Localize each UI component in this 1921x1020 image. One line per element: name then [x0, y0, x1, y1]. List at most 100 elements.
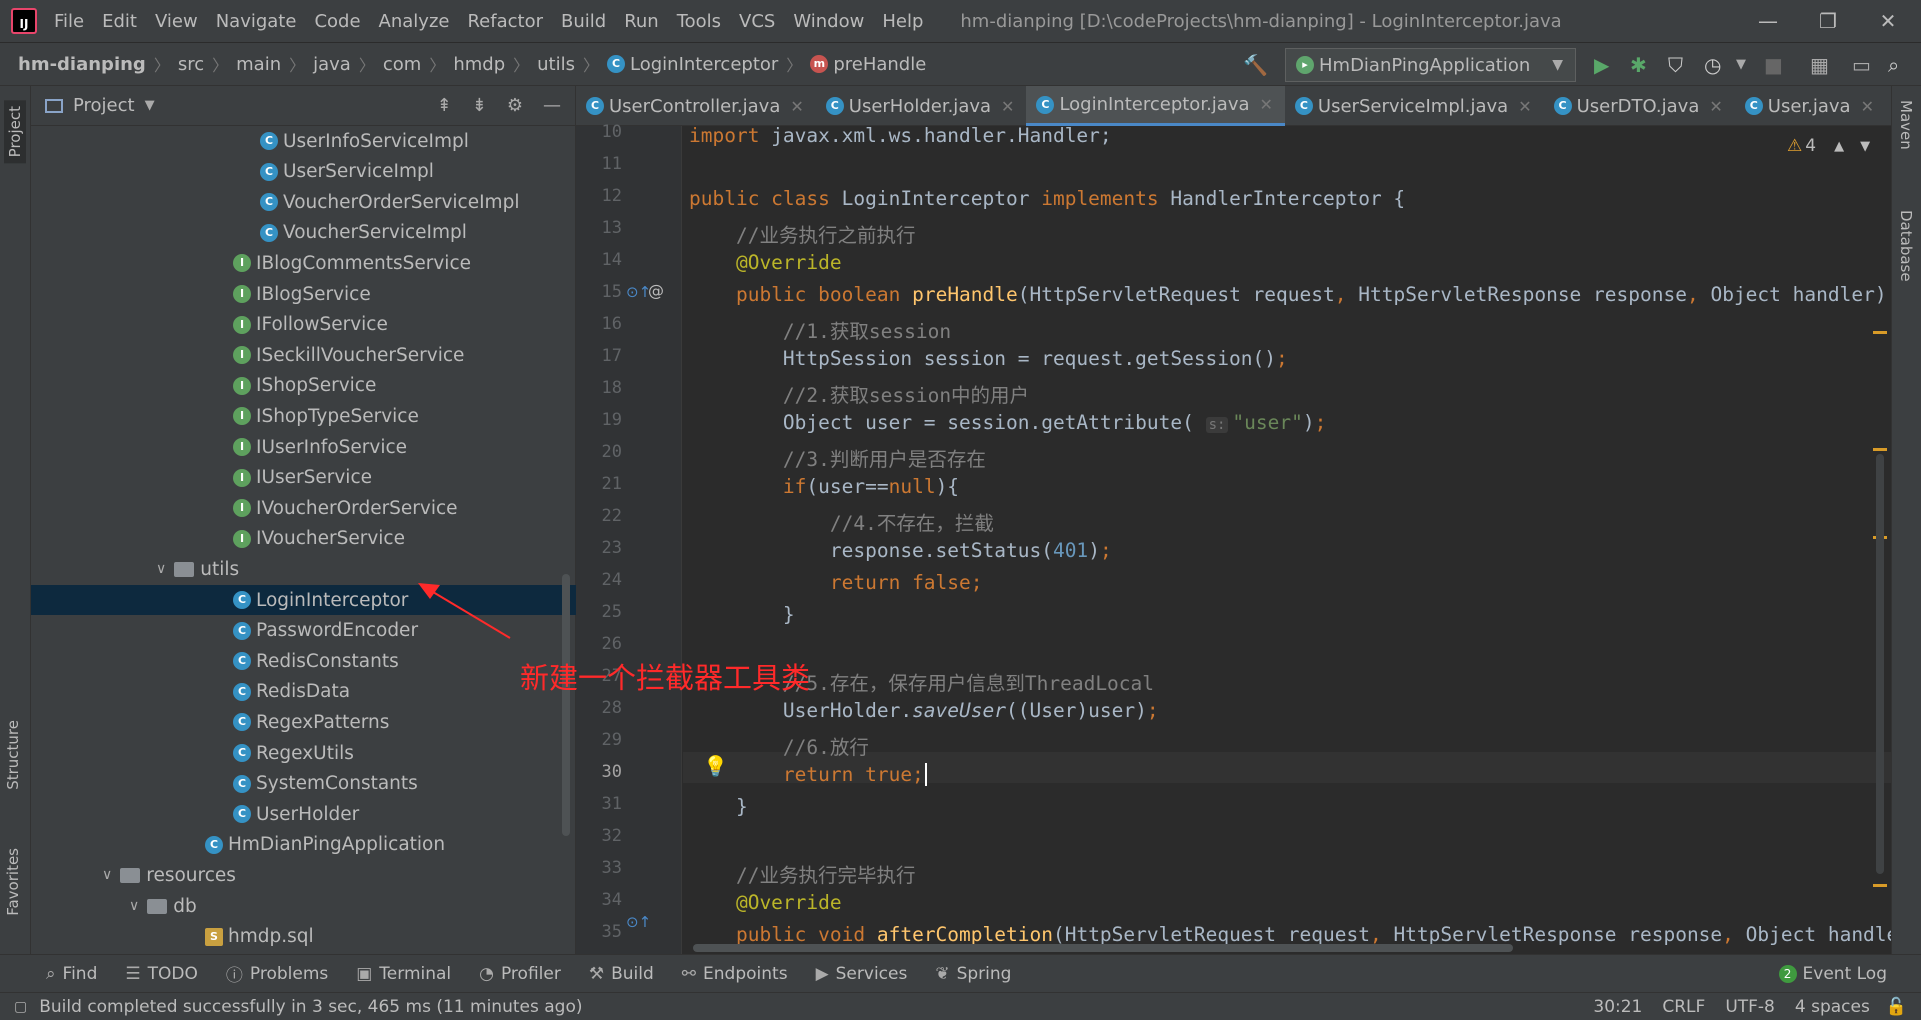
menu-tools[interactable]: Tools [668, 11, 730, 32]
tree-item[interactable]: I ISeckillVoucherService [31, 340, 576, 370]
close-tab-icon[interactable]: ✕ [1861, 97, 1874, 116]
chevron-down-icon[interactable]: ∨ [102, 867, 112, 883]
hide-panel-icon[interactable]: — [543, 95, 561, 116]
build-tool-tab[interactable]: ⚒ Build [589, 964, 654, 984]
spring-tool-tab[interactable]: ❦ Spring [935, 964, 1011, 984]
breadcrumb-project[interactable]: hm-dianping [18, 54, 146, 75]
indent-setting[interactable]: 4 spaces [1795, 997, 1870, 1017]
tree-item[interactable]: Shmdp.sql [31, 922, 576, 952]
breadcrumb-method[interactable]: preHandle [833, 54, 926, 75]
menu-code[interactable]: Code [305, 11, 369, 32]
maven-tool-tab[interactable]: Maven [1897, 100, 1915, 150]
menu-file[interactable]: File [45, 11, 93, 32]
editor-horizontal-scrollbar[interactable] [693, 944, 1513, 952]
run-icon[interactable]: ▶ [1594, 53, 1609, 77]
editor-tab[interactable]: C UserHolder.java ✕ [816, 86, 1027, 126]
services-tool-tab[interactable]: ▶ Services [816, 964, 908, 984]
tree-item[interactable]: C VoucherOrderServiceImpl [31, 187, 576, 217]
close-tab-icon[interactable]: ✕ [1260, 95, 1273, 114]
event-log-tool-tab[interactable]: 2 Event Log [1778, 964, 1887, 984]
menu-view[interactable]: View [146, 11, 207, 32]
caret-position[interactable]: 30:21 [1593, 997, 1642, 1017]
problems-tool-tab[interactable]: ⓘ Problems [226, 961, 328, 987]
todo-tool-tab[interactable]: ☰ TODO [125, 964, 198, 984]
menu-analyze[interactable]: Analyze [370, 11, 459, 32]
menu-refactor[interactable]: Refactor [458, 11, 552, 32]
breadcrumb-java[interactable]: java [313, 54, 351, 75]
tree-item[interactable]: C HmDianPingApplication [31, 830, 576, 860]
menu-vcs[interactable]: VCS [730, 11, 784, 32]
code-editor[interactable]: import javax.xml.ws.handler.Handler; pub… [683, 126, 1891, 954]
more-run-chevron-icon[interactable]: ▼ [1736, 57, 1746, 72]
previous-highlight-icon[interactable]: ▲ [1834, 139, 1844, 154]
run-configuration-dropdown[interactable]: ▸ HmDianPingApplication ▼ [1285, 48, 1576, 82]
menu-build[interactable]: Build [552, 11, 615, 32]
collapse-all-icon[interactable]: ⇟ [472, 95, 487, 116]
project-scrollbar[interactable] [562, 574, 570, 836]
breadcrumb-src[interactable]: src [178, 54, 204, 75]
inspection-widget[interactable]: ⚠ 4 ▲ ▼ [1787, 136, 1870, 156]
lightbulb-icon[interactable]: 💡 [703, 754, 728, 778]
tree-item[interactable]: I IUserService [31, 463, 576, 493]
editor-tab[interactable]: C UserDTO.java ✕ [1544, 86, 1735, 126]
tree-item[interactable]: C VoucherServiceImpl [31, 218, 576, 248]
close-tab-icon[interactable]: ✕ [1001, 97, 1014, 116]
coverage-icon[interactable]: ⛉ [1668, 53, 1683, 77]
breadcrumb-class[interactable]: LoginInterceptor [630, 54, 778, 75]
toggle-tool-windows-icon[interactable]: ▢ [14, 999, 27, 1015]
tree-item[interactable]: ∨ db [31, 891, 576, 921]
tree-item[interactable]: I IUserInfoService [31, 432, 576, 462]
close-tab-icon[interactable]: ✕ [790, 97, 803, 116]
tree-item[interactable]: I IVoucherService [31, 524, 576, 554]
breadcrumb-utils[interactable]: utils [537, 54, 575, 75]
tree-item[interactable]: C UserHolder [31, 799, 576, 829]
database-tool-tab[interactable]: Database [1897, 210, 1915, 282]
breadcrumb-hmdp[interactable]: hmdp [453, 54, 505, 75]
chevron-down-icon[interactable]: ∨ [156, 561, 166, 577]
menu-edit[interactable]: Edit [93, 11, 146, 32]
project-panel-title[interactable]: Project [73, 95, 135, 116]
tree-item[interactable]: I IFollowService [31, 310, 576, 340]
breadcrumb-com[interactable]: com [383, 54, 421, 75]
structure-tool-tab[interactable]: Structure [4, 720, 22, 790]
profile-icon[interactable]: ◷ [1704, 53, 1721, 77]
menu-help[interactable]: Help [873, 11, 932, 32]
project-tool-tab[interactable]: Project [4, 100, 26, 164]
search-icon[interactable]: ⌕ [1888, 53, 1899, 77]
chevron-down-icon[interactable]: ▼ [145, 98, 155, 113]
editor-tab[interactable]: C User.java ✕ [1735, 86, 1886, 126]
file-encoding[interactable]: UTF-8 [1725, 997, 1775, 1017]
find-tool-tab[interactable]: ⌕ Find [46, 964, 97, 984]
editor-vertical-scrollbar[interactable] [1876, 454, 1884, 874]
terminal-tool-tab[interactable]: ▣ Terminal [356, 964, 451, 984]
project-structure-icon[interactable]: ▦ [1810, 53, 1829, 77]
close-tab-icon[interactable]: ✕ [1709, 97, 1722, 116]
menu-navigate[interactable]: Navigate [207, 11, 306, 32]
expand-all-icon[interactable]: ⇞ [437, 95, 452, 116]
close-icon[interactable]: ✕ [1858, 0, 1918, 42]
editor-tab[interactable]: C UserController.java ✕ [576, 86, 816, 126]
tree-item[interactable]: C UserInfoServiceImpl [31, 126, 576, 156]
error-stripe-mark[interactable] [1873, 331, 1887, 334]
lock-icon[interactable]: 🔓 [1886, 997, 1907, 1017]
error-stripe-mark[interactable] [1873, 448, 1887, 451]
tree-item[interactable]: I IShopService [31, 371, 576, 401]
chevron-down-icon[interactable]: ∨ [129, 898, 139, 914]
tree-item[interactable]: C SystemConstants [31, 769, 576, 799]
tree-item[interactable]: C RegexUtils [31, 738, 576, 768]
tree-item[interactable]: ∨ resources [31, 860, 576, 890]
breadcrumb-main[interactable]: main [236, 54, 281, 75]
restore-icon[interactable]: ❐ [1798, 0, 1858, 42]
tree-item[interactable]: I IShopTypeService [31, 401, 576, 431]
editor-tab[interactable]: C UserServiceImpl.java ✕ [1285, 86, 1544, 126]
close-tab-icon[interactable]: ✕ [1518, 97, 1531, 116]
status-message[interactable]: Build completed successfully in 3 sec, 4… [39, 997, 582, 1017]
next-highlight-icon[interactable]: ▼ [1860, 139, 1870, 154]
minimize-icon[interactable]: — [1738, 0, 1798, 42]
endpoints-tool-tab[interactable]: ⚯ Endpoints [682, 964, 788, 984]
annotation-marker-icon[interactable]: @ [648, 281, 664, 300]
gear-icon[interactable]: ⚙ [507, 95, 523, 116]
line-separator[interactable]: CRLF [1662, 997, 1705, 1017]
stop-icon[interactable]: ■ [1764, 53, 1783, 77]
tree-item[interactable]: C UserServiceImpl [31, 157, 576, 187]
